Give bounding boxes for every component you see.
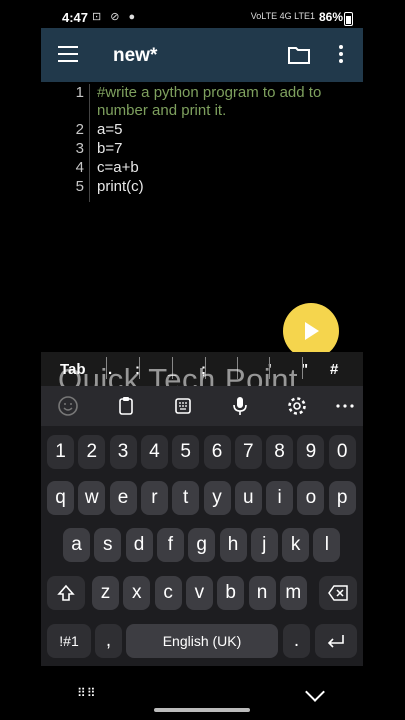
key-t[interactable]: t xyxy=(172,481,200,515)
settings-icon[interactable] xyxy=(286,395,308,417)
key-u[interactable]: u xyxy=(234,481,262,515)
key-6[interactable]: 6 xyxy=(203,435,231,469)
shift-key[interactable] xyxy=(47,576,85,610)
key-5[interactable]: 5 xyxy=(172,435,200,469)
enter-key[interactable] xyxy=(315,624,357,658)
key-v[interactable]: v xyxy=(185,576,213,610)
code-line: a=5 xyxy=(97,121,123,138)
key-1[interactable]: 1 xyxy=(47,435,74,469)
space-key[interactable]: English (UK) xyxy=(126,624,278,658)
enter-icon xyxy=(327,635,344,648)
key-3[interactable]: 3 xyxy=(109,435,137,469)
code-line: #write a python program to add to xyxy=(97,84,322,101)
status-notification-icons: ⊡ ⊘ ● xyxy=(92,11,139,23)
key-a[interactable]: a xyxy=(63,528,90,562)
more-options-icon[interactable] xyxy=(338,45,344,63)
period-key[interactable]: . xyxy=(283,624,310,658)
keyboard-layout-icon[interactable] xyxy=(172,395,194,417)
symbols-key[interactable]: !#1 xyxy=(47,624,91,658)
code-line: c=a+b xyxy=(97,159,139,176)
keyboard-toolbar xyxy=(41,386,363,426)
extra-key[interactable]: # xyxy=(330,361,338,378)
microphone-icon[interactable] xyxy=(229,395,251,417)
key-9[interactable]: 9 xyxy=(297,435,325,469)
key-i[interactable]: i xyxy=(266,481,294,515)
clipboard-icon[interactable] xyxy=(115,395,137,417)
key-j[interactable]: j xyxy=(250,528,278,562)
key-g[interactable]: g xyxy=(188,528,216,562)
key-k[interactable]: k xyxy=(282,528,310,562)
key-e[interactable]: e xyxy=(109,481,137,515)
line-number: 4 xyxy=(75,159,84,176)
line-number: 1 xyxy=(75,84,84,101)
keyboard-grid-icon[interactable]: ⠿⠿ xyxy=(77,686,97,700)
key-w[interactable]: w xyxy=(78,481,106,515)
comma-key[interactable]: , xyxy=(95,624,122,658)
battery-percent: 86% xyxy=(318,10,343,24)
gutter-divider xyxy=(89,84,90,202)
key-q[interactable]: q xyxy=(47,481,74,515)
key-b[interactable]: b xyxy=(217,576,245,610)
menu-icon[interactable] xyxy=(58,46,78,62)
key-y[interactable]: y xyxy=(203,481,231,515)
status-time: 4:47 xyxy=(62,10,89,25)
code-line: b=7 xyxy=(97,140,123,157)
shift-icon xyxy=(57,584,75,601)
gesture-handle xyxy=(154,708,250,712)
key-4[interactable]: 4 xyxy=(140,435,168,469)
run-button[interactable] xyxy=(283,303,339,359)
key-8[interactable]: 8 xyxy=(266,435,294,469)
key-r[interactable]: r xyxy=(140,481,168,515)
key-0[interactable]: 0 xyxy=(328,435,356,469)
key-h[interactable]: h xyxy=(219,528,247,562)
file-title: new* xyxy=(113,45,158,66)
code-line: print(c) xyxy=(97,178,144,195)
line-number: 2 xyxy=(75,121,84,138)
battery-icon xyxy=(344,12,353,26)
key-2[interactable]: 2 xyxy=(78,435,106,469)
backspace-key[interactable] xyxy=(319,576,357,610)
line-number: 3 xyxy=(75,140,84,157)
key-d[interactable]: d xyxy=(125,528,153,562)
code-line: number and print it. xyxy=(97,102,227,119)
key-x[interactable]: x xyxy=(123,576,151,610)
key-l[interactable]: l xyxy=(313,528,341,562)
more-icon[interactable] xyxy=(334,395,356,417)
line-number: 5 xyxy=(75,178,84,195)
key-7[interactable]: 7 xyxy=(234,435,262,469)
key-z[interactable]: z xyxy=(92,576,119,610)
divider xyxy=(302,357,303,379)
play-icon xyxy=(305,322,319,340)
key-o[interactable]: o xyxy=(297,481,325,515)
app-toolbar xyxy=(41,28,363,82)
key-f[interactable]: f xyxy=(156,528,184,562)
key-p[interactable]: p xyxy=(328,481,356,515)
backspace-icon xyxy=(328,585,348,601)
key-c[interactable]: c xyxy=(154,576,182,610)
folder-icon[interactable] xyxy=(288,46,310,69)
key-m[interactable]: m xyxy=(279,576,307,610)
network-indicator: VoLTE 4G LTE1 xyxy=(250,11,315,21)
key-n[interactable]: n xyxy=(248,576,276,610)
key-s[interactable]: s xyxy=(94,528,122,562)
emoji-icon[interactable] xyxy=(57,395,79,417)
